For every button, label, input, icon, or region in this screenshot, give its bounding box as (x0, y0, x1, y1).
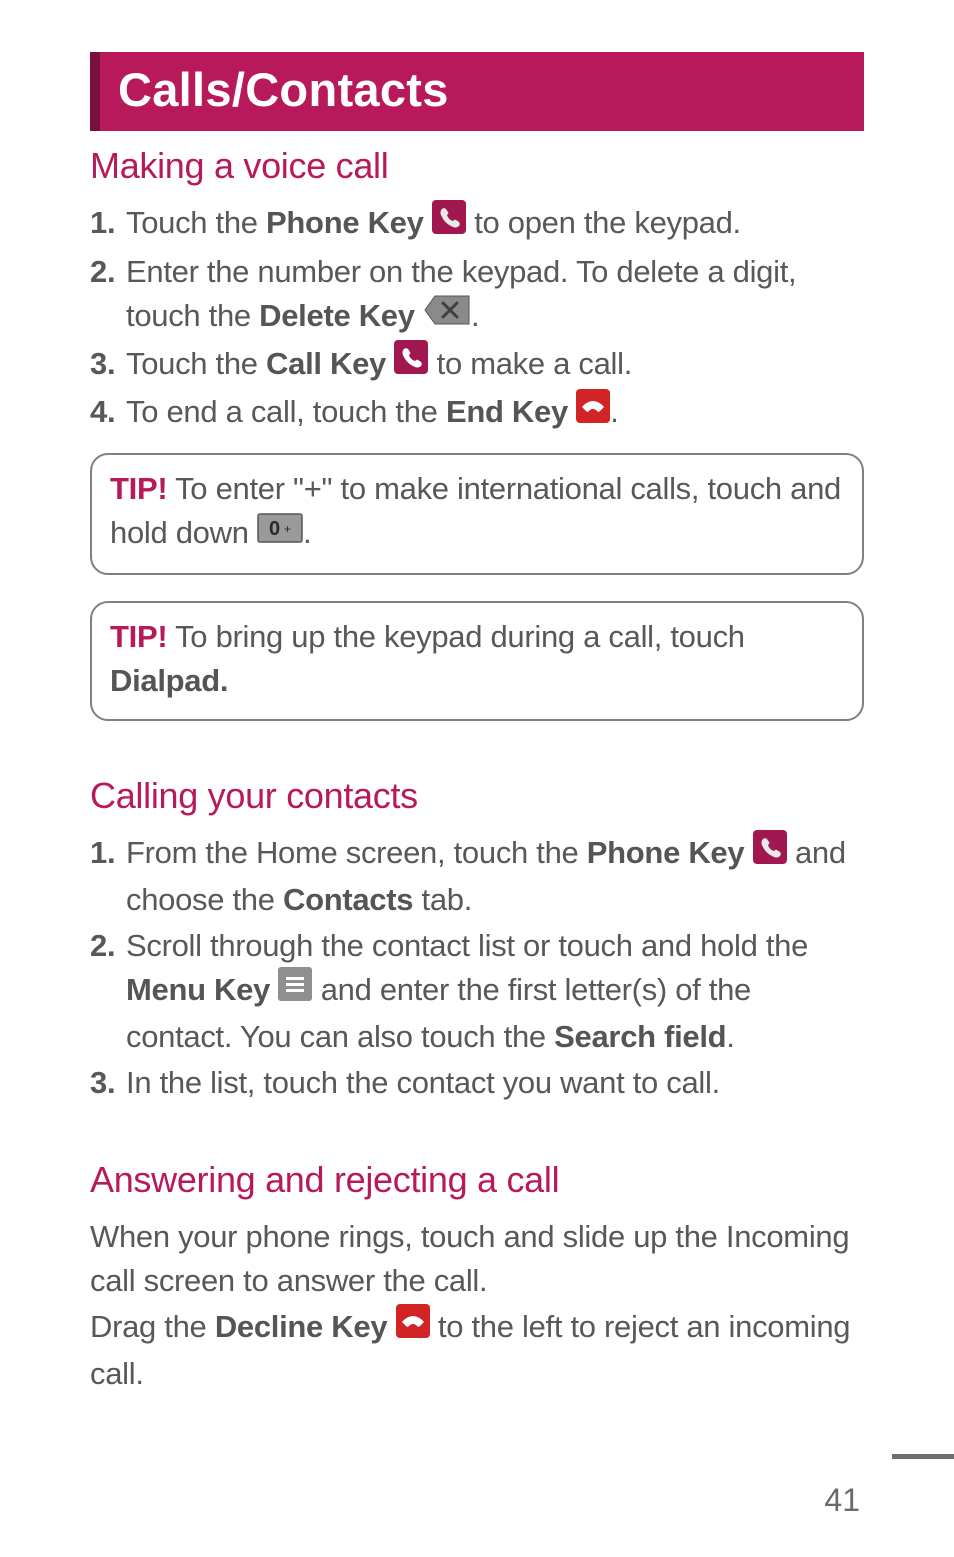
tip-body: To bring up the keypad during a call, to… (167, 619, 744, 654)
tip-label: TIP! (110, 619, 167, 654)
chapter-title-bar: Calls/Contacts (90, 52, 864, 131)
bold-delete-key: Delete Key (259, 298, 415, 333)
tip-body-end: . (303, 515, 311, 550)
page-number: 41 (824, 1482, 860, 1519)
tip-box-dialpad: TIP! To bring up the keypad during a cal… (90, 601, 864, 721)
tip-label: TIP! (110, 471, 167, 506)
bold-dialpad: Dialpad. (110, 663, 228, 698)
delete-key-icon (423, 294, 471, 338)
step-text: Scroll through the contact list or touch… (126, 928, 808, 963)
step-number: 3. (90, 342, 115, 386)
page-edge-mark (892, 1454, 954, 1459)
step-2: 2. Enter the number on the keypad. To de… (90, 250, 864, 340)
tip-text: TIP! To enter "+" to make international … (110, 467, 844, 557)
section-heading-calling-contacts: Calling your contacts (90, 775, 864, 817)
bold-phone-key: Phone Key (266, 205, 424, 240)
zero-plus-key-icon: 0 + (257, 511, 303, 555)
phone-key-icon (753, 830, 787, 876)
svg-text:0: 0 (269, 518, 280, 540)
menu-key-icon (278, 967, 312, 1013)
step-text: . (610, 394, 618, 429)
svg-text:+: + (284, 522, 291, 536)
step-3: 3. In the list, touch the contact you wa… (90, 1061, 864, 1105)
step-3: 3. Touch the Call Key to make a call. (90, 342, 864, 389)
step-1: 1. From the Home screen, touch the Phone… (90, 831, 864, 922)
section-heading-voice-call: Making a voice call (90, 145, 864, 187)
step-1: 1. Touch the Phone Key to open the keypa… (90, 201, 864, 248)
answering-paragraph-1: When your phone rings, touch and slide u… (90, 1215, 864, 1303)
calling-contacts-steps: 1. From the Home screen, touch the Phone… (90, 831, 864, 1105)
bold-end-key: End Key (446, 394, 568, 429)
step-2: 2. Scroll through the contact list or to… (90, 924, 864, 1059)
bold-decline-key: Decline Key (215, 1309, 387, 1344)
bold-menu-key: Menu Key (126, 972, 270, 1007)
chapter-title: Calls/Contacts (118, 62, 846, 117)
manual-page: Calls/Contacts Making a voice call 1. To… (0, 0, 954, 1396)
step-text: . (726, 1019, 734, 1054)
tip-text: TIP! To bring up the keypad during a cal… (110, 615, 844, 703)
step-4: 4. To end a call, touch the End Key . (90, 390, 864, 437)
step-text: to make a call. (437, 346, 632, 381)
section-heading-answering: Answering and rejecting a call (90, 1159, 864, 1201)
phone-key-icon (432, 200, 466, 246)
tip-body: To enter "+" to make international calls… (110, 471, 841, 550)
step-number: 1. (90, 201, 115, 245)
step-number: 4. (90, 390, 115, 434)
step-text: From the Home screen, touch the (126, 835, 587, 870)
step-text: tab. (413, 882, 472, 917)
voice-call-steps: 1. Touch the Phone Key to open the keypa… (90, 201, 864, 437)
step-text: to open the keypad. (474, 205, 741, 240)
step-text: Touch the (126, 205, 266, 240)
call-key-icon (394, 340, 428, 386)
bold-call-key: Call Key (266, 346, 386, 381)
bold-phone-key: Phone Key (587, 835, 745, 870)
bold-contacts: Contacts (283, 882, 413, 917)
answering-paragraph-2: Drag the Decline Key to the left to reje… (90, 1305, 864, 1396)
step-text: To end a call, touch the (126, 394, 446, 429)
step-text: Touch the (126, 346, 266, 381)
step-number: 2. (90, 924, 115, 968)
decline-key-icon (396, 1304, 430, 1350)
step-number: 2. (90, 250, 115, 294)
p2-text: Drag the (90, 1309, 215, 1344)
end-key-icon (576, 389, 610, 435)
step-text: In the list, touch the contact you want … (126, 1065, 720, 1100)
step-text: . (471, 298, 479, 333)
bold-search-field: Search field (554, 1019, 726, 1054)
step-number: 1. (90, 831, 115, 875)
tip-box-international: TIP! To enter "+" to make international … (90, 453, 864, 575)
step-number: 3. (90, 1061, 115, 1105)
